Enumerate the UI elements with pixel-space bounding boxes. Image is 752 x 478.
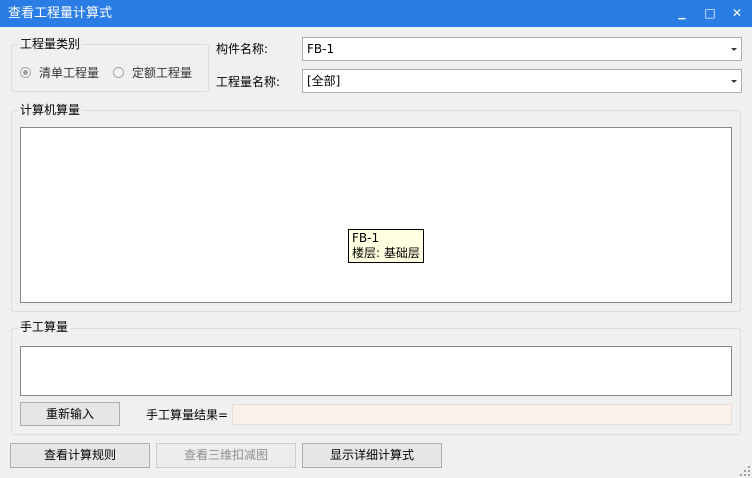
quantity-type-legend: 工程量类别	[18, 37, 83, 51]
maximize-icon: □	[704, 6, 716, 20]
maximize-button[interactable]: □	[695, 0, 725, 27]
view-3d-deduction-button[interactable]: 查看三维扣减图	[156, 443, 296, 468]
close-button[interactable]: ✕	[722, 0, 752, 27]
minimize-button[interactable]: ▁	[667, 0, 697, 27]
title-bar[interactable]: 查看工程量计算式 ▁ □ ✕	[0, 0, 752, 27]
tooltip-floor: 楼层: 基础层	[352, 246, 420, 260]
computer-calc-output[interactable]	[20, 127, 732, 303]
quantity-name-value: [全部]	[307, 74, 341, 88]
manual-result-field[interactable]	[232, 404, 732, 425]
minimize-icon: ▁	[678, 10, 686, 20]
radio-norm-quantity[interactable]: 定额工程量	[113, 66, 203, 80]
manual-calc-legend: 手工算量	[18, 320, 71, 334]
quantity-name-select[interactable]: [全部]	[302, 69, 742, 93]
radio-button-unchecked[interactable]	[113, 67, 124, 78]
view-calc-rules-button[interactable]: 查看计算规则	[10, 443, 150, 468]
window-title: 查看工程量计算式	[8, 6, 113, 21]
manual-calc-input[interactable]	[20, 346, 732, 396]
component-name-select[interactable]: FB-1	[302, 37, 742, 61]
manual-result-label: 手工算量结果=	[146, 408, 229, 422]
component-name-value: FB-1	[307, 42, 335, 56]
reenter-button[interactable]: 重新输入	[20, 402, 120, 426]
component-tooltip: FB-1 楼层: 基础层	[348, 229, 424, 263]
resize-grip-icon[interactable]	[740, 466, 750, 476]
chevron-down-icon[interactable]	[727, 70, 741, 92]
computer-calc-legend: 计算机算量	[18, 103, 83, 117]
tooltip-component-name: FB-1	[352, 231, 380, 245]
radio-button-checked[interactable]	[20, 67, 31, 78]
component-name-label: 构件名称:	[216, 42, 269, 56]
radio-norm-quantity-label: 定额工程量	[132, 66, 193, 80]
chevron-down-icon[interactable]	[727, 38, 741, 60]
radio-bill-quantity[interactable]: 清单工程量	[20, 66, 110, 80]
close-icon: ✕	[731, 6, 743, 20]
show-detailed-formula-button[interactable]: 显示详细计算式	[302, 443, 442, 468]
radio-bill-quantity-label: 清单工程量	[39, 66, 100, 80]
quantity-name-label: 工程量名称:	[216, 75, 281, 89]
